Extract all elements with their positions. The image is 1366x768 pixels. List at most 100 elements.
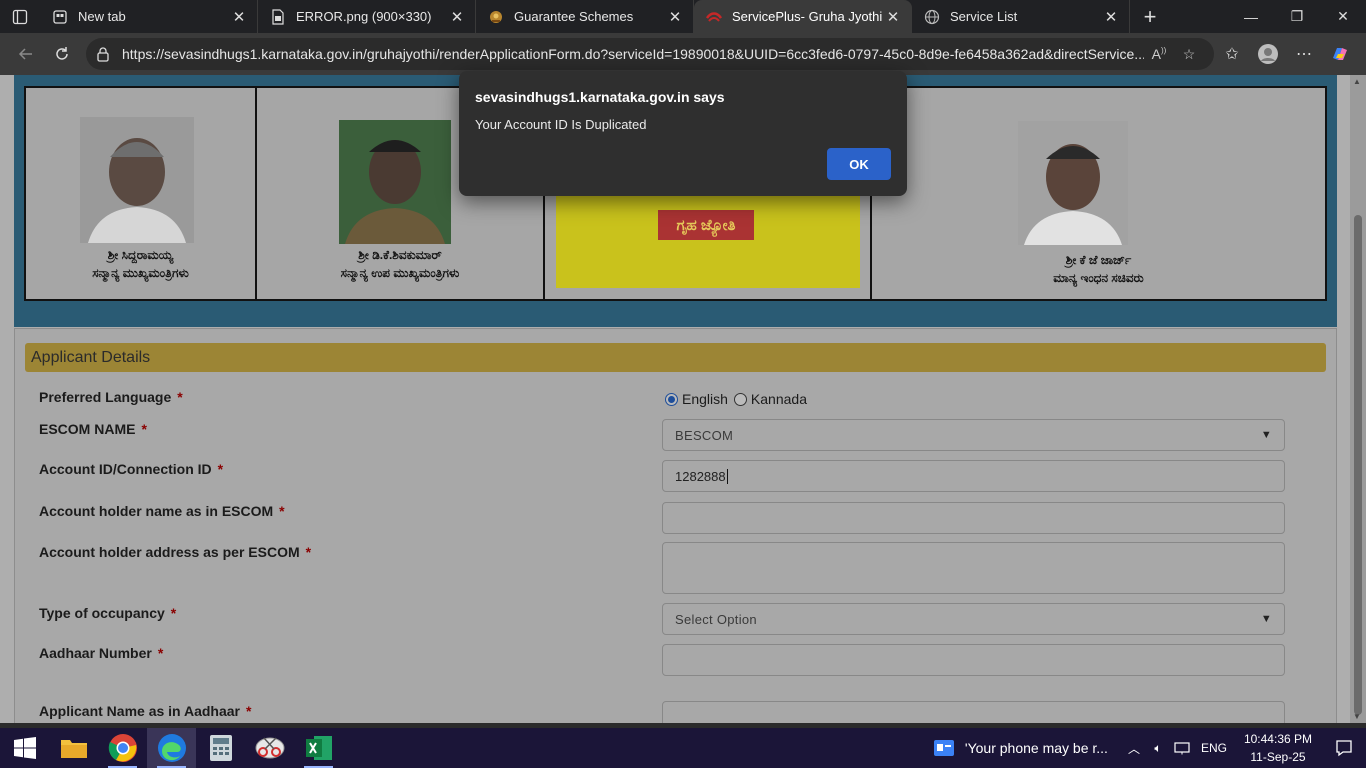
scrollbar-thumb[interactable] (1354, 215, 1362, 715)
close-tab-icon[interactable]: ✕ (449, 9, 465, 26)
taskbar-calculator[interactable] (196, 728, 245, 768)
english-radio[interactable] (665, 392, 678, 406)
holder-address-textarea[interactable] (662, 542, 1285, 594)
new-tab-button[interactable]: + (1130, 0, 1170, 33)
favorites-icon: ✩ (1225, 46, 1239, 63)
tab-title: ERROR.png (900×330) (296, 9, 432, 24)
select-value: Select Option (675, 611, 757, 627)
text-cursor (726, 468, 728, 484)
tab-actions-icon (12, 9, 28, 24)
tab-new-tab[interactable]: New tab ✕ (40, 0, 258, 33)
favorite-star-icon[interactable]: ☆ (1174, 46, 1204, 63)
restore-button[interactable]: ❐ (1274, 0, 1320, 33)
refresh-button[interactable] (44, 38, 80, 70)
action-center-button[interactable] (1322, 739, 1366, 757)
label-text: ESCOM NAME (39, 421, 136, 437)
english-radio-label[interactable]: English (682, 391, 728, 407)
calculator-icon (209, 735, 232, 761)
tab-title: ServicePlus- Gruha Jyothi Sche (732, 9, 885, 24)
clock[interactable]: 10:44:36 PM 11-Sep-25 (1244, 730, 1312, 766)
kannada-radio-label[interactable]: Kannada (751, 391, 807, 407)
phone-notification[interactable]: 'Your phone may be r... (933, 738, 1108, 758)
required-mark: * (279, 503, 285, 519)
dignitary-card: ಶ್ರೀ ಕೆ ಜೆ ಜಾರ್ಜ್ ಮಾನ್ಯ ಇಂಧನ ಸಚಿವರು (872, 88, 1325, 299)
document-icon (270, 8, 286, 25)
globe-icon (924, 9, 940, 25)
account-id-input[interactable]: 1282888 (662, 460, 1285, 492)
emblem-icon (488, 9, 504, 25)
restore-icon: ❐ (1290, 8, 1304, 24)
alert-dialog: sevasindhugs1.karnataka.gov.in says Your… (459, 71, 907, 196)
back-button[interactable] (8, 38, 44, 70)
close-tab-icon[interactable]: ✕ (667, 9, 683, 26)
scroll-down-icon[interactable]: ▼ (1353, 712, 1361, 721)
ok-button[interactable]: OK (827, 148, 891, 180)
applicant-name-label: Applicant Name as in Aadhaar * (39, 703, 251, 719)
tab-guarantee-schemes[interactable]: Guarantee Schemes ✕ (476, 0, 694, 33)
tab-service-list[interactable]: Service List ✕ (912, 0, 1130, 33)
dignitary-role: ಮಾನ್ಯ ಇಂಧನ ಸಚಿವರು (1053, 271, 1144, 285)
browser-toolbar: https://sevasindhugs1.karnataka.gov.in/g… (0, 33, 1366, 75)
holder-name-input[interactable] (662, 502, 1285, 534)
dignitary-caption: ಶ್ರೀ ಡಿ.ಕೆ.ಶಿವಕುಮಾರ್ ಸನ್ಮಾನ್ಯ ಉಪ ಮುಖ್ಯಮಂ… (257, 246, 543, 282)
profile-button[interactable] (1250, 38, 1286, 70)
kannada-radio[interactable] (733, 392, 747, 406)
holder-address-label: Account holder address as per ESCOM * (39, 544, 311, 560)
occupancy-select[interactable]: Select Option ▼ (662, 603, 1285, 635)
dialog-title: sevasindhugs1.karnataka.gov.in says (475, 89, 725, 105)
newtab-icon (52, 9, 68, 25)
page-scrollbar[interactable]: ▲ ▼ (1350, 75, 1366, 723)
taskbar-file-explorer[interactable] (49, 728, 98, 768)
window-controls: — ❐ ✕ (1228, 0, 1366, 33)
taskbar-excel[interactable] (294, 728, 343, 768)
aadhaar-input[interactable] (662, 644, 1285, 676)
dignitary-card: ಶ್ರೀ ಸಿದ್ದರಾಮಯ್ಯ ಸನ್ಮಾನ್ಯ ಮುಖ್ಯಮಂತ್ರಿಗಳು (26, 88, 257, 299)
tab-title: New tab (78, 9, 126, 24)
chrome-icon (108, 734, 137, 762)
address-bar[interactable]: https://sevasindhugs1.karnataka.gov.in/g… (86, 38, 1214, 70)
portrait-image (1018, 121, 1128, 245)
snipping-tool-icon (255, 737, 284, 759)
close-tab-icon[interactable]: ✕ (1103, 9, 1119, 26)
close-tab-icon[interactable]: ✕ (885, 9, 901, 26)
read-aloud-icon[interactable]: A)) (1144, 46, 1174, 62)
close-tab-icon[interactable]: ✕ (231, 9, 247, 26)
escom-name-select[interactable]: BESCOM ▼ (662, 419, 1285, 451)
required-mark: * (157, 645, 164, 661)
applicant-name-input[interactable] (662, 701, 1285, 723)
account-id-label: Account ID/Connection ID * (39, 461, 223, 477)
minimize-button[interactable]: — (1228, 0, 1274, 33)
favorites-button[interactable]: ✩ (1214, 38, 1250, 70)
aadhaar-label: Aadhaar Number * (39, 645, 163, 661)
copilot-button[interactable] (1322, 38, 1358, 70)
volume-icon[interactable]: 🔈︎ (1146, 741, 1170, 756)
more-menu-button[interactable]: ⋯ (1286, 38, 1322, 70)
taskbar-chrome[interactable] (98, 728, 147, 768)
required-mark: * (170, 605, 177, 621)
input-value: 1282888 (675, 468, 726, 484)
show-hidden-icons-button[interactable]: ︿ (1122, 740, 1146, 757)
input-language-indicator[interactable]: ENG (1194, 741, 1234, 755)
required-mark: * (177, 389, 183, 405)
clock-date: 11-Sep-25 (1250, 750, 1306, 764)
gruha-jyothi-logo: ಗೃಹ ಜ್ಯೋತಿ (556, 192, 860, 288)
dignitary-caption: ಶ್ರೀ ಸಿದ್ದರಾಮಯ್ಯ ಸನ್ಮಾನ್ಯ ಮುಖ್ಯಮಂತ್ರಿಗಳು (26, 246, 255, 282)
minimize-icon: — (1244, 8, 1258, 25)
notifications-icon (1336, 740, 1352, 757)
required-mark: * (245, 703, 252, 719)
taskbar-edge[interactable] (147, 728, 196, 768)
site-info-icon[interactable] (96, 46, 114, 62)
dignitary-role: ಸನ್ಮಾನ್ಯ ಉಪ ಮುಖ್ಯಮಂತ್ರಿಗಳು (340, 266, 460, 280)
tab-error-png[interactable]: ERROR.png (900×330) ✕ (258, 0, 476, 33)
applicant-details-panel: Applicant Details Preferred Language * En… (14, 328, 1337, 723)
network-icon[interactable] (1170, 741, 1194, 755)
start-button[interactable] (0, 728, 49, 768)
tab-actions-button[interactable] (0, 0, 40, 33)
label-text: Preferred Language (39, 389, 172, 405)
label-text: Aadhaar Number (39, 645, 152, 661)
tab-strip: New tab ✕ ERROR.png (900×330) ✕ Guarante… (0, 0, 1366, 33)
scroll-up-icon[interactable]: ▲ (1353, 77, 1361, 86)
tab-serviceplus[interactable]: ServicePlus- Gruha Jyothi Sche ✕ (694, 0, 912, 33)
close-window-button[interactable]: ✕ (1320, 0, 1366, 33)
taskbar-snipping-tool[interactable] (245, 728, 294, 768)
